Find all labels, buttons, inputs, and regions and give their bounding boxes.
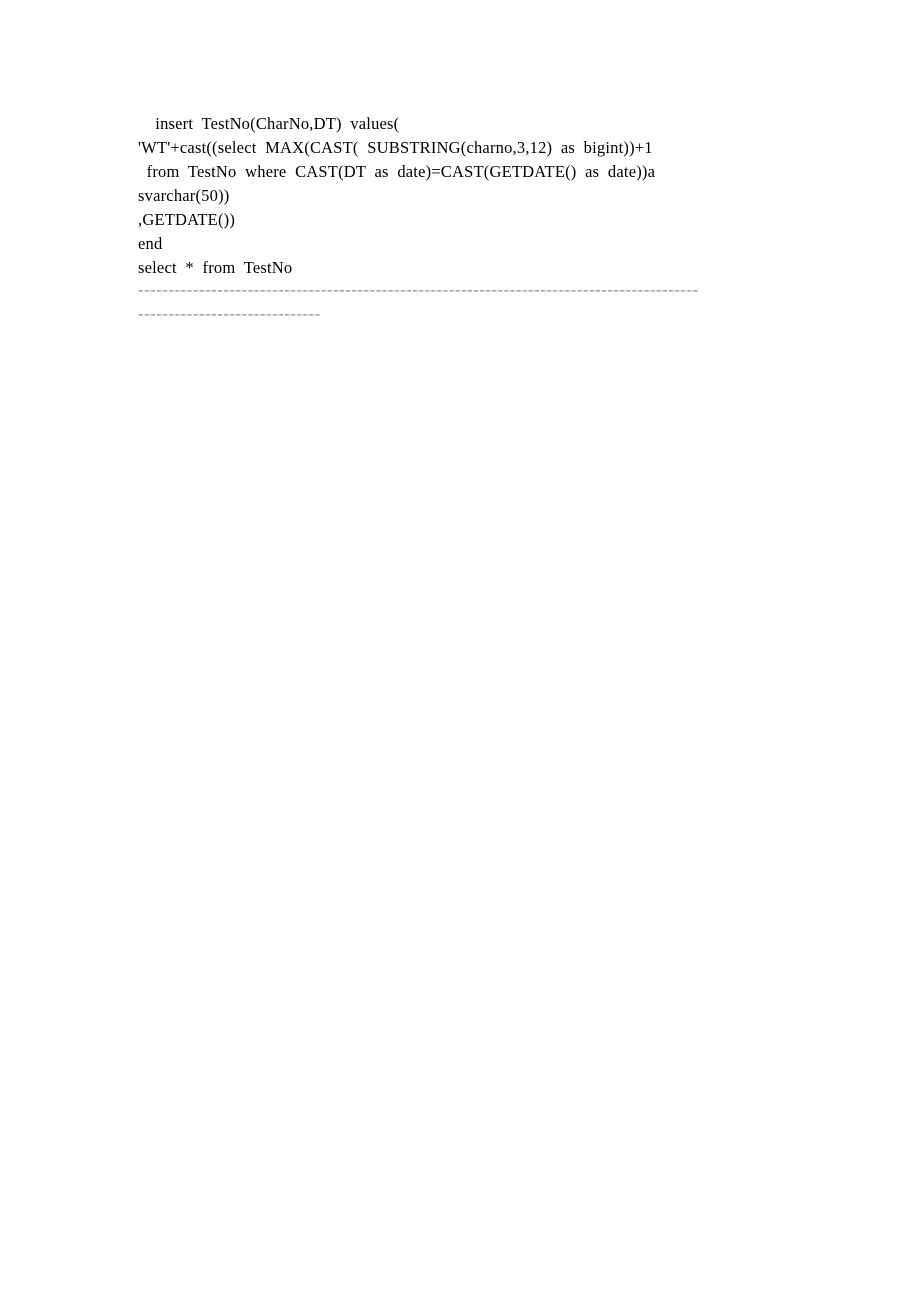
code-line-5: ,GETDATE()) — [138, 210, 236, 229]
document-page: insert TestNo(CharNo,DT) values( 'WT'+ca… — [0, 0, 920, 1302]
code-line-7: select * from TestNo — [138, 258, 293, 277]
code-line-2: 'WT'+cast((select MAX(CAST( SUBSTRING(ch… — [138, 138, 653, 157]
code-line-1: insert TestNo(CharNo,DT) values( — [138, 114, 400, 133]
separator-top: ----------------------------------------… — [138, 278, 782, 302]
code-line-3: from TestNo where CAST(DT as date)=CAST(… — [138, 162, 656, 181]
separator-bottom: ------------------------------ — [138, 302, 356, 326]
code-line-6: end — [138, 234, 163, 253]
code-line-4: svarchar(50)) — [138, 186, 230, 205]
separator-top-text: ----------------------------------------… — [138, 280, 699, 299]
separator-bottom-text: ------------------------------ — [138, 304, 321, 323]
sql-code-block: insert TestNo(CharNo,DT) values( 'WT'+ca… — [138, 112, 798, 280]
